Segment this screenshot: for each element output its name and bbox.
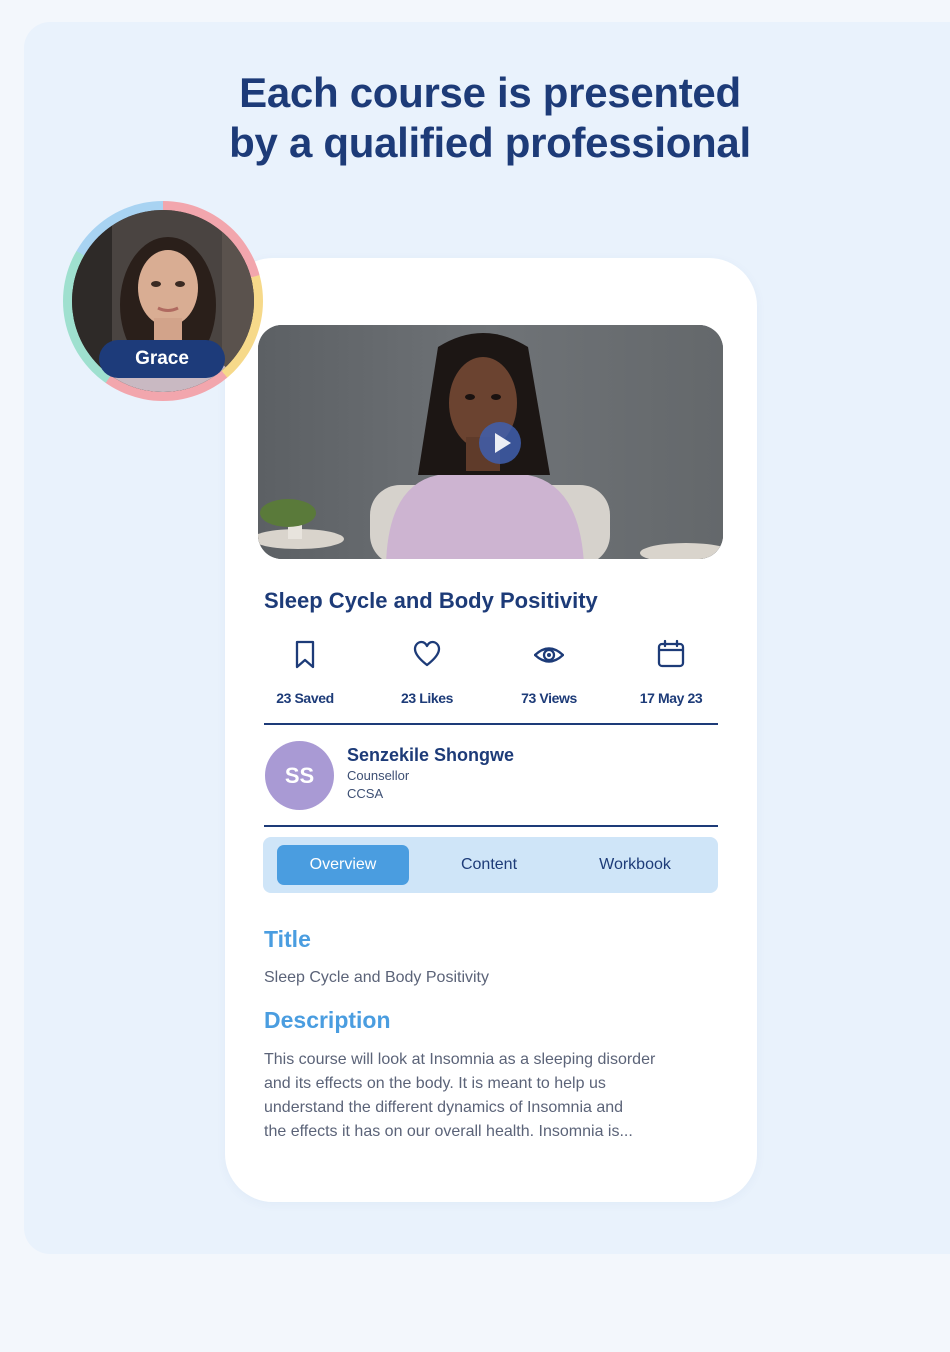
stat-views[interactable]: 73 Views [488, 638, 610, 706]
presenter-name-badge: Grace [99, 340, 225, 378]
author-role: Counsellor [347, 768, 410, 783]
title-value: Sleep Cycle and Body Positivity [264, 969, 489, 986]
description-line: This course will look at Insomnia as a s… [264, 1051, 656, 1068]
course-tabs: Overview Content Workbook [263, 837, 718, 893]
description-text: This course will look at Insomnia as a s… [264, 1048, 724, 1144]
stat-date: 17 May 23 [610, 638, 732, 706]
bookmark-icon [295, 640, 315, 669]
page-headline: Each course is presented by a qualified … [0, 68, 950, 168]
stat-saved-label: 23 Saved [276, 690, 334, 706]
stat-saved[interactable]: 23 Saved [244, 638, 366, 706]
tab-overview[interactable]: Overview [277, 845, 409, 885]
course-title: Sleep Cycle and Body Positivity [264, 588, 598, 613]
calendar-icon [657, 639, 685, 668]
tab-workbook[interactable]: Workbook [569, 845, 701, 885]
author-org: CCSA [347, 786, 384, 801]
divider-bottom [264, 825, 718, 827]
author-avatar[interactable]: SS [265, 741, 334, 810]
eye-icon [534, 647, 564, 663]
course-stats: 23 Saved 23 Likes 73 Views 17 May 23 [244, 638, 734, 708]
play-icon[interactable] [478, 421, 522, 465]
description-line: the effects it has on our overall health… [264, 1123, 633, 1140]
stat-likes[interactable]: 23 Likes [366, 638, 488, 706]
tab-content[interactable]: Content [423, 845, 555, 885]
description-heading: Description [264, 1007, 391, 1033]
headline-line-2: by a qualified professional [229, 119, 751, 166]
title-heading: Title [264, 926, 311, 952]
description-line: and its effects on the body. It is meant… [264, 1075, 606, 1092]
stat-date-label: 17 May 23 [639, 690, 703, 706]
heart-icon [413, 640, 441, 667]
stat-views-label: 73 Views [521, 690, 577, 706]
headline-line-1: Each course is presented [239, 69, 741, 116]
divider-top [264, 723, 718, 725]
course-video[interactable] [258, 325, 723, 559]
stat-likes-label: 23 Likes [400, 690, 454, 706]
author-name[interactable]: Senzekile Shongwe [347, 745, 514, 766]
description-line: understand the different dynamics of Ins… [264, 1099, 624, 1116]
